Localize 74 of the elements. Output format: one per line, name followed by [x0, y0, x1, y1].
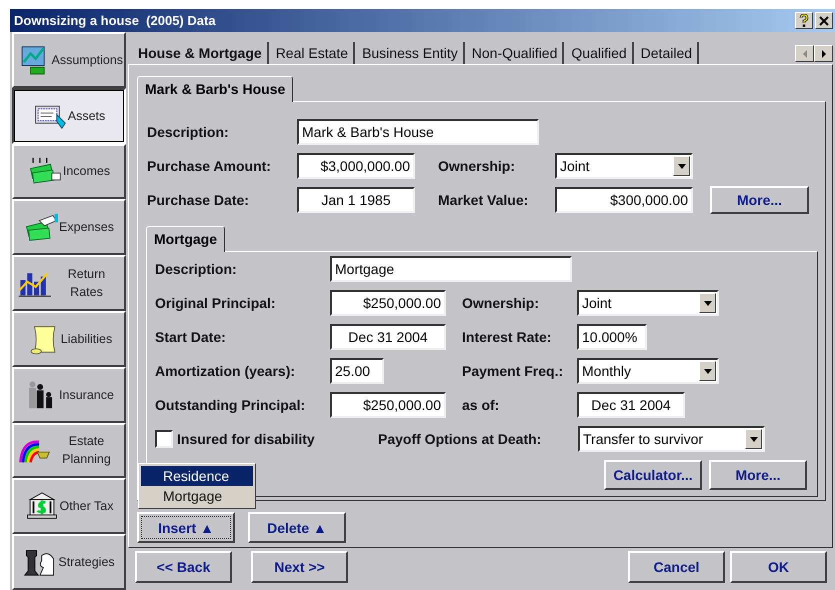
sidebar-button[interactable]: Strategies	[12, 534, 126, 590]
field-label: Description:	[147, 124, 230, 140]
field-label: Market Value:	[438, 192, 530, 208]
checkbox[interactable]	[155, 430, 173, 448]
input-field[interactable]: 25.00	[330, 358, 384, 384]
menu-item[interactable]: Residence	[141, 466, 253, 486]
money-icon	[24, 211, 58, 244]
dropdown[interactable]: Transfer to survivor	[578, 426, 765, 452]
sidebar-button[interactable]: Insurance	[12, 366, 126, 423]
ok-button[interactable]: OK	[730, 551, 827, 583]
input-field[interactable]: 10.000%	[577, 324, 647, 350]
field-label: Start Date:	[155, 329, 227, 345]
next-button[interactable]: Next >>	[251, 551, 348, 583]
tab[interactable]: Business Entity	[357, 42, 465, 64]
field-label: Purchase Date:	[147, 192, 250, 208]
close-icon	[819, 16, 829, 26]
sidebar-button[interactable]: Incomes	[12, 144, 126, 200]
right-arrow-icon	[820, 50, 826, 58]
input-field[interactable]: Dec 31 2004	[330, 324, 446, 350]
insert-button[interactable]: Insert ▲	[137, 512, 235, 543]
tab[interactable]: Real Estate	[270, 42, 356, 64]
sidebar-button[interactable]: Liabilities	[12, 310, 126, 367]
input-field[interactable]: $250,000.00	[330, 392, 446, 418]
more-button[interactable]: More...	[709, 460, 807, 490]
dropdown[interactable]: Monthly	[577, 358, 719, 384]
tab[interactable]: Non-Qualified	[466, 42, 564, 64]
delete-button[interactable]: Delete ▲	[248, 512, 346, 543]
input-field[interactable]: Mortgage	[330, 256, 572, 282]
more-button[interactable]: More...	[710, 186, 809, 214]
window-title: Downsizing a house (2005) Data	[14, 13, 217, 28]
field-label: Interest Rate:	[462, 329, 552, 345]
tab[interactable]: Qualified	[566, 42, 634, 64]
dropdown[interactable]: Joint	[577, 290, 719, 316]
tab[interactable]: Mortgage	[146, 226, 225, 252]
dropdown-arrow-icon	[678, 164, 686, 168]
scroll-right-button[interactable]	[814, 45, 833, 62]
cancel-button[interactable]: Cancel	[628, 551, 725, 583]
scroll-left-button[interactable]	[795, 45, 814, 62]
help-button[interactable]	[795, 12, 813, 29]
sidebar-button[interactable]: Estate Planning	[12, 422, 126, 478]
sidebar-button[interactable]: Expenses	[12, 199, 126, 256]
input-field[interactable]: Jan 1 1985	[297, 187, 415, 213]
dropdown-arrow-icon	[704, 300, 712, 306]
sidebar-button[interactable]: Return Rates	[12, 255, 126, 311]
input-field[interactable]: Dec 31 2004	[577, 392, 685, 418]
field-label: as of:	[462, 397, 500, 413]
field-label: Payment Freq.:	[462, 363, 564, 379]
back-button[interactable]: << Back	[135, 551, 232, 583]
sidebar-button[interactable]: Assumptions	[12, 32, 126, 88]
input-field[interactable]: $300,000.00	[555, 187, 693, 213]
tab[interactable]: Detailed	[636, 42, 700, 64]
field-label: Payoff Options at Death:	[378, 431, 542, 447]
checkbox-label: Insured for disability	[177, 431, 315, 447]
help-icon	[799, 14, 809, 27]
field-label: Ownership:	[462, 295, 540, 311]
left-arrow-icon	[802, 50, 808, 58]
field-label: Ownership:	[438, 158, 516, 174]
tab[interactable]: Mark & Barb's House	[137, 76, 294, 102]
dropdown[interactable]: Joint	[555, 153, 693, 179]
close-button[interactable]	[815, 12, 833, 29]
input-field[interactable]: $250,000.00	[330, 290, 446, 316]
dropdown-arrow-icon	[750, 436, 758, 442]
field-label: Outstanding Principal:	[155, 397, 306, 413]
sidebar-button[interactable]: Assets	[12, 88, 126, 144]
field-label: Description:	[155, 261, 238, 277]
calculator-button[interactable]: Calculator...	[604, 460, 702, 490]
input-field[interactable]: $3,000,000.00	[297, 153, 415, 179]
sidebar-button[interactable]: Other Tax	[12, 478, 126, 534]
field-label: Original Principal:	[155, 295, 277, 311]
dropdown-arrow-icon	[704, 368, 712, 374]
field-label: Purchase Amount:	[147, 158, 272, 174]
input-field[interactable]: Mark & Barb's House	[297, 119, 539, 145]
field-label: Amortization (years):	[155, 363, 296, 379]
menu-item[interactable]: Mortgage	[141, 486, 253, 506]
